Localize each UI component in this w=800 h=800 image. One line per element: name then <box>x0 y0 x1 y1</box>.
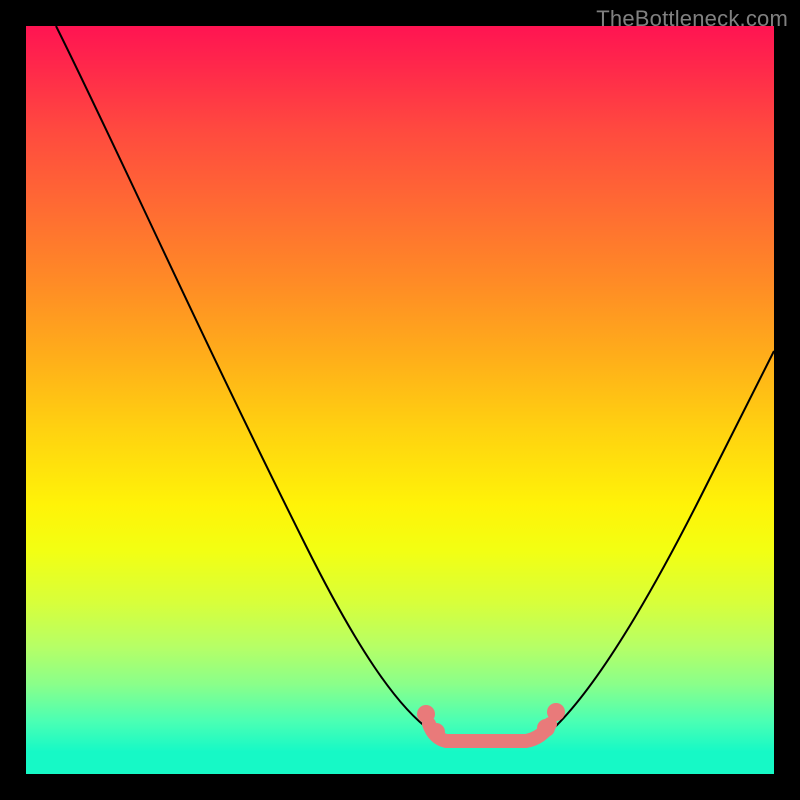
highlight-dot-left <box>417 705 435 723</box>
optimal-range-highlight <box>429 724 550 741</box>
highlight-dot-right <box>547 703 565 721</box>
chart-frame: TheBottleneck.com <box>0 0 800 800</box>
highlight-dot-right-lower <box>537 719 555 737</box>
watermark-text: TheBottleneck.com <box>596 6 788 32</box>
bottleneck-curve-right <box>556 351 774 726</box>
plot-area <box>26 26 774 774</box>
highlight-dot-left-lower <box>427 723 445 741</box>
bottleneck-curve-left <box>56 26 431 731</box>
curve-svg <box>26 26 774 774</box>
